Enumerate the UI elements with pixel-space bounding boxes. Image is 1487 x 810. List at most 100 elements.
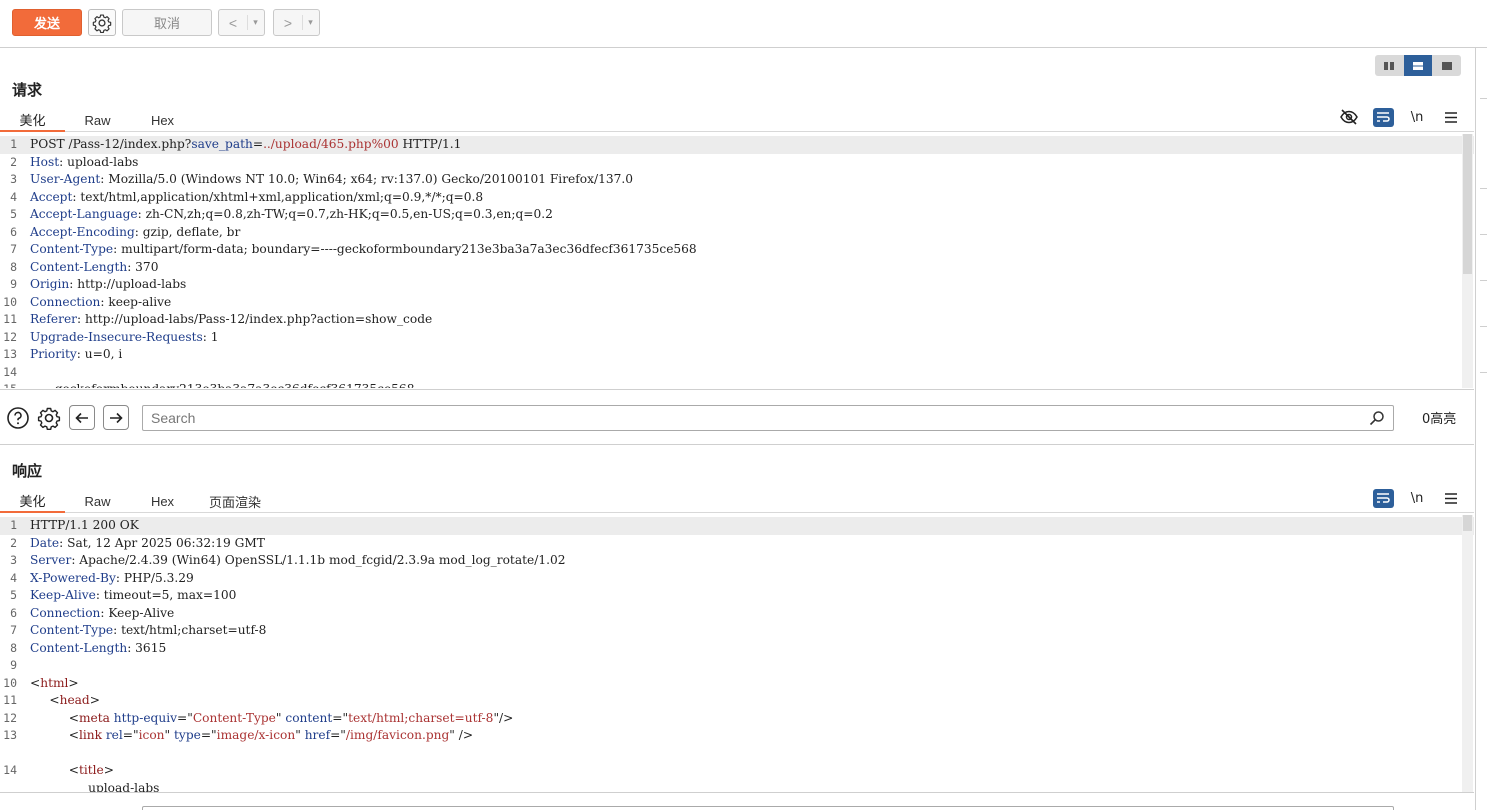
line-number: 12 bbox=[3, 329, 17, 344]
code-line[interactable]: 3 User-Agent: Mozilla/5.0 (Windows NT 10.… bbox=[0, 171, 1474, 189]
forward-dropdown-icon[interactable]: ▾ bbox=[302, 15, 318, 30]
tab-response-raw[interactable]: Raw bbox=[65, 489, 130, 513]
line-text: Referer: http://upload-labs/Pass-12/inde… bbox=[30, 312, 433, 326]
line-text: Date: Sat, 12 Apr 2025 06:32:19 GMT bbox=[30, 535, 265, 550]
response-search-input[interactable] bbox=[142, 806, 1394, 810]
line-number: 14 bbox=[3, 364, 17, 379]
tab-request-raw[interactable]: Raw bbox=[65, 108, 130, 132]
arrow-right-icon bbox=[110, 412, 123, 423]
code-line[interactable]: 10 Connection: keep-alive bbox=[0, 294, 1474, 312]
code-line[interactable]: 4 X-Powered-By: PHP/5.3.29 bbox=[0, 570, 1474, 588]
code-line[interactable]: 11 <head> bbox=[0, 692, 1474, 710]
tab-response-pretty[interactable]: 美化 bbox=[0, 489, 65, 513]
back-arrow-icon[interactable]: < bbox=[219, 15, 247, 31]
line-number: 2 bbox=[10, 154, 17, 169]
wrap-icon[interactable] bbox=[1366, 106, 1400, 128]
search-icon[interactable] bbox=[1369, 410, 1385, 426]
code-line[interactable]: 9 bbox=[0, 657, 1474, 675]
forward-arrow-icon[interactable]: > bbox=[274, 15, 302, 31]
code-line[interactable]: 4 Accept: text/html,application/xhtml+xml… bbox=[0, 189, 1474, 207]
code-line[interactable]: 12 Upgrade-Insecure-Requests: 1 bbox=[0, 329, 1474, 347]
line-number: 7 bbox=[10, 242, 17, 256]
response-editor[interactable]: 1 HTTP/1.1 200 OK 2 Date: Sat, 12 Apr 2025 … bbox=[0, 517, 1474, 792]
code-line[interactable]: 2 Date: Sat, 12 Apr 2025 06:32:19 GMT bbox=[0, 535, 1474, 553]
search-settings-icon[interactable] bbox=[36, 405, 62, 431]
request-search-bar: Search 0高亮 bbox=[0, 389, 1474, 445]
code-line[interactable]: 10 <html> bbox=[0, 675, 1474, 693]
code-line[interactable]: 8 Content-Length: 370 bbox=[0, 259, 1474, 277]
code-line[interactable]: 14 <title> bbox=[0, 762, 1474, 780]
layout-stacked-button[interactable] bbox=[1403, 55, 1433, 76]
back-button[interactable]: < ▾ bbox=[218, 9, 265, 36]
search-input[interactable]: Search bbox=[142, 405, 1394, 431]
code-line[interactable]: 6 Accept-Encoding: gzip, deflate, br bbox=[0, 224, 1474, 242]
layout-single-button[interactable] bbox=[1432, 55, 1461, 76]
newline-icon[interactable]: \n bbox=[1400, 487, 1434, 509]
search-match-count: 0高亮 bbox=[1422, 412, 1457, 427]
response-scroll-thumb[interactable] bbox=[1463, 515, 1472, 531]
code-line[interactable]: 13 <link rel="icon" type="image/x-icon" … bbox=[0, 727, 1474, 745]
request-editor[interactable]: 1 POST /Pass-12/index.php?save_path=../up… bbox=[0, 136, 1474, 388]
tab-request-hex[interactable]: Hex bbox=[130, 108, 195, 132]
line-number: 14 bbox=[3, 763, 17, 777]
code-line[interactable]: 7 Content-Type: multipart/form-data; boun… bbox=[0, 241, 1474, 259]
cancel-button[interactable]: 取消 bbox=[122, 9, 212, 36]
line-number: 13 bbox=[3, 347, 17, 361]
line-number: 10 bbox=[3, 294, 17, 309]
menu-icon[interactable] bbox=[1434, 487, 1468, 509]
send-button[interactable]: 发送 bbox=[12, 9, 82, 36]
code-line[interactable]: 3 Server: Apache/2.4.39 (Win64) OpenSSL/1… bbox=[0, 552, 1474, 570]
code-line[interactable]: 1 POST /Pass-12/index.php?save_path=../up… bbox=[0, 136, 1474, 154]
line-text: Content-Length: 3615 bbox=[30, 640, 167, 655]
search-prev-button[interactable] bbox=[69, 405, 95, 430]
back-dropdown-icon[interactable]: ▾ bbox=[247, 15, 263, 30]
code-line[interactable]: 15 ------geckoformboundary213e3ba3a7a3ec3… bbox=[0, 381, 1474, 388]
response-search-bar bbox=[0, 792, 1474, 810]
tab-response-render[interactable]: 页面渲染 bbox=[195, 489, 275, 513]
code-line[interactable]: 6 Connection: Keep-Alive bbox=[0, 605, 1474, 623]
code-line[interactable]: 7 Content-Type: text/html;charset=utf-8 bbox=[0, 622, 1474, 640]
line-number: 3 bbox=[10, 553, 17, 567]
code-line[interactable]: 11 Referer: http://upload-labs/Pass-12/in… bbox=[0, 311, 1474, 329]
tab-response-hex[interactable]: Hex bbox=[130, 489, 195, 513]
code-line[interactable]: 9 Origin: http://upload-labs bbox=[0, 276, 1474, 294]
newline-icon[interactable]: \n bbox=[1400, 106, 1434, 128]
request-scrollbar[interactable] bbox=[1462, 134, 1473, 388]
line-number: 1 bbox=[10, 518, 17, 532]
response-tabs: 美化 Raw Hex 页面渲染 bbox=[0, 489, 1474, 513]
code-line[interactable]: 14 bbox=[0, 364, 1474, 382]
line-text: Content-Length: 370 bbox=[30, 259, 159, 274]
code-line[interactable]: 5 Keep-Alive: timeout=5, max=100 bbox=[0, 587, 1474, 605]
line-number: 5 bbox=[10, 588, 17, 602]
line-number: 10 bbox=[3, 675, 17, 690]
code-line[interactable]: 2 Host: upload-labs bbox=[0, 154, 1474, 172]
request-scroll-thumb[interactable] bbox=[1463, 134, 1472, 274]
layout-toggle bbox=[1375, 55, 1461, 76]
eye-slash-icon[interactable] bbox=[1332, 106, 1366, 128]
line-number: 11 bbox=[3, 693, 17, 707]
search-placeholder: Search bbox=[151, 410, 196, 426]
code-line[interactable]: 1 HTTP/1.1 200 OK bbox=[0, 517, 1474, 535]
response-scrollbar[interactable] bbox=[1462, 515, 1473, 792]
line-text: upload-labs bbox=[30, 780, 160, 793]
code-line[interactable]: 13 Priority: u=0, i bbox=[0, 346, 1474, 364]
code-line[interactable]: 12 <meta http-equiv="Content-Type" conte… bbox=[0, 710, 1474, 728]
tab-request-pretty[interactable]: 美化 bbox=[0, 108, 65, 132]
code-line[interactable]: 5 Accept-Language: zh-CN,zh;q=0.8,zh-TW;q… bbox=[0, 206, 1474, 224]
menu-icon[interactable] bbox=[1434, 106, 1468, 128]
response-tool-icons: \n bbox=[1366, 487, 1468, 509]
help-icon[interactable] bbox=[5, 405, 31, 431]
line-text: <link rel="icon" type="image/x-icon" hre… bbox=[30, 728, 474, 742]
code-line[interactable]: 8 Content-Length: 3615 bbox=[0, 640, 1474, 658]
line-text: Accept: text/html,application/xhtml+xml,… bbox=[30, 189, 484, 204]
line-number: 9 bbox=[10, 658, 17, 672]
code-line[interactable] bbox=[0, 745, 1474, 763]
line-text: Upgrade-Insecure-Requests: 1 bbox=[30, 329, 219, 344]
layout-side-by-side-button[interactable] bbox=[1375, 55, 1404, 76]
code-line[interactable]: upload-labs bbox=[0, 780, 1474, 793]
wrap-icon[interactable] bbox=[1366, 487, 1400, 509]
line-number: 13 bbox=[3, 728, 17, 742]
forward-button[interactable]: > ▾ bbox=[273, 9, 320, 36]
search-next-button[interactable] bbox=[103, 405, 129, 430]
settings-button[interactable] bbox=[88, 9, 116, 36]
